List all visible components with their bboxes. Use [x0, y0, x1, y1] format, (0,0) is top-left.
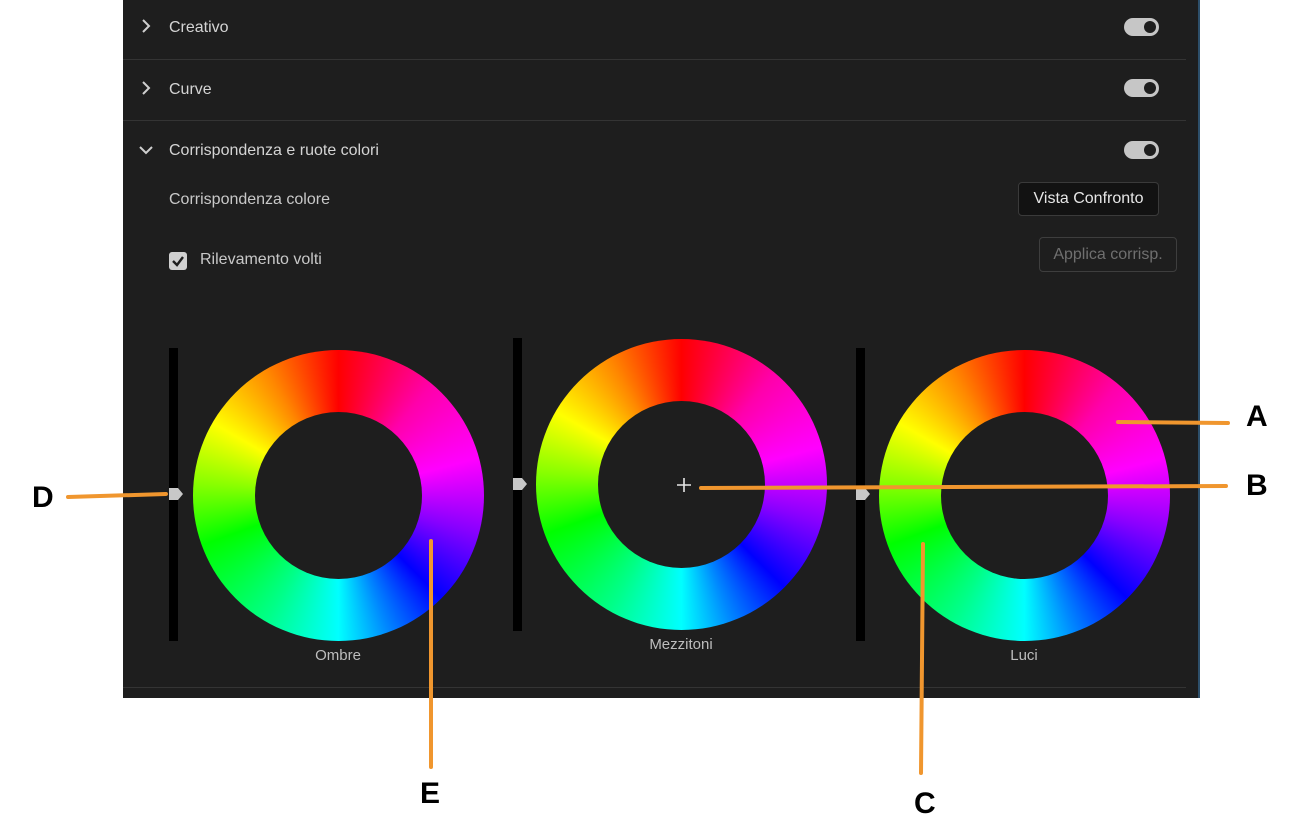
slider-handle[interactable] [856, 488, 870, 500]
color-match-label: Corrispondenza colore [169, 191, 330, 208]
section-curve[interactable]: Curve [123, 60, 1186, 121]
callout-label-b: B [1246, 469, 1268, 502]
chevron-down-icon[interactable] [139, 143, 153, 157]
section-creativo[interactable]: Creativo [123, 0, 1186, 60]
chevron-right-icon[interactable] [139, 19, 153, 33]
lumetri-color-panel: Creativo Curve Corrispondenza e ruote co… [123, 0, 1200, 698]
section-title[interactable]: Corrispondenza e ruote colori [169, 142, 379, 160]
highlights-color-wheel[interactable] [879, 350, 1170, 641]
highlights-wheel-label: Luci [1010, 647, 1038, 664]
compare-view-button[interactable]: Vista Confronto [1018, 182, 1159, 216]
section-toggle[interactable] [1124, 18, 1159, 36]
apply-match-button: Applica corrisp. [1039, 237, 1177, 272]
section-title: Curve [169, 81, 212, 98]
slider-handle[interactable] [513, 478, 527, 490]
section-toggle[interactable] [1124, 79, 1159, 97]
callout-label-d: D [32, 481, 54, 514]
shadows-color-wheel[interactable] [193, 350, 484, 641]
shadows-wheel-label: Ombre [315, 647, 361, 664]
callout-label-e: E [420, 777, 441, 810]
callout-label-c: C [914, 787, 936, 820]
callout-label-a: A [1246, 400, 1268, 433]
section-title: Creativo [169, 19, 229, 36]
section-toggle[interactable] [1124, 141, 1159, 159]
chevron-right-icon[interactable] [139, 81, 153, 95]
midtones-wheel-label: Mezzitoni [649, 636, 713, 653]
crosshair-icon[interactable] [676, 477, 692, 493]
face-detection-label: Rilevamento volti [200, 251, 322, 268]
slider-handle[interactable] [169, 488, 183, 500]
face-detection-checkbox[interactable] [169, 252, 187, 270]
